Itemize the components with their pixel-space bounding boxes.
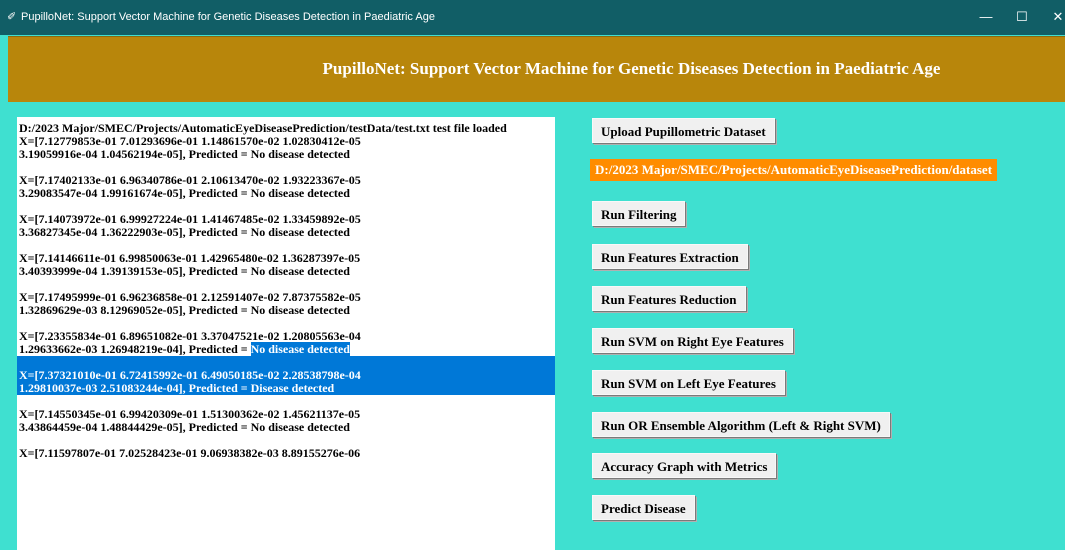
run-features-extraction-button[interactable]: Run Features Extraction: [592, 244, 748, 269]
window-title: PupilloNet: Support Vector Machine for G…: [21, 11, 435, 23]
run-svm-right-eye-button[interactable]: Run SVM on Right Eye Features: [592, 328, 793, 353]
output-text-area[interactable]: D:/2023 Major/SMEC/Projects/AutomaticEye…: [17, 117, 555, 550]
prediction-entry: X=[7.11597807e-01 7.02528423e-01 9.06938…: [17, 447, 555, 460]
prediction-line: 1.29633662e-03 1.26948219e-04], Predicte…: [19, 342, 553, 356]
prediction-prefix: 1.29633662e-03 1.26948219e-04], Predicte…: [19, 342, 251, 356]
prediction-line: 3.43864459e-04 1.48844429e-05], Predicte…: [19, 420, 350, 434]
run-svm-left-eye-button[interactable]: Run SVM on Left Eye Features: [592, 370, 785, 395]
loaded-file-line: D:/2023 Major/SMEC/Projects/AutomaticEye…: [19, 121, 507, 135]
run-filtering-button[interactable]: Run Filtering: [592, 201, 686, 226]
prediction-entry: X=[7.17402133e-01 6.96340786e-01 2.10613…: [17, 174, 555, 200]
upload-dataset-button[interactable]: Upload Pupillometric Dataset: [592, 118, 775, 143]
prediction-entry: X=[7.23355834e-01 6.89651082e-01 3.37047…: [17, 330, 555, 356]
close-button[interactable]: ✕: [1040, 6, 1065, 28]
dataset-path-label: D:/2023 Major/SMEC/Projects/AutomaticEye…: [590, 159, 998, 181]
minimize-button[interactable]: —: [968, 6, 1004, 28]
prediction-line: 3.29083547e-04 1.99161674e-05], Predicte…: [19, 186, 350, 200]
prediction-line: 3.40393999e-04 1.39139153e-05], Predicte…: [19, 264, 350, 278]
feature-line: X=[7.11597807e-01 7.02528423e-01 9.06938…: [19, 446, 361, 460]
selected-text: No disease detected: [250, 342, 350, 356]
run-or-ensemble-button[interactable]: Run OR Ensemble Algorithm (Left & Right …: [592, 412, 890, 437]
prediction-entry-selected: X=[7.37321010e-01 6.72415992e-01 6.49050…: [17, 369, 555, 395]
predict-disease-button[interactable]: Predict Disease: [592, 495, 695, 520]
app-header: PupilloNet: Support Vector Machine for G…: [8, 36, 1065, 102]
prediction-entry: X=[7.12779853e-01 7.01293696e-01 1.14861…: [17, 135, 555, 161]
prediction-line: 1.29810037e-03 2.51083244e-04], Predicte…: [19, 381, 335, 395]
app-heading: PupilloNet: Support Vector Machine for G…: [322, 59, 941, 78]
prediction-line: 3.19059916e-04 1.04562194e-05], Predicte…: [19, 147, 350, 161]
accuracy-graph-button[interactable]: Accuracy Graph with Metrics: [592, 453, 777, 478]
window-titlebar: ✐ PupilloNet: Support Vector Machine for…: [0, 0, 1065, 35]
prediction-line: 1.32869629e-03 8.12969052e-05], Predicte…: [19, 303, 350, 317]
prediction-entry: X=[7.17495999e-01 6.96236858e-01 2.12591…: [17, 291, 555, 317]
prediction-line: 3.36827345e-04 1.36222903e-05], Predicte…: [19, 225, 350, 239]
feather-icon: ✐: [7, 11, 17, 23]
run-features-reduction-button[interactable]: Run Features Reduction: [592, 286, 746, 311]
prediction-entry: X=[7.14550345e-01 6.99420309e-01 1.51300…: [17, 408, 555, 434]
prediction-entry: X=[7.14073972e-01 6.99927224e-01 1.41467…: [17, 213, 555, 239]
prediction-entry: X=[7.14146611e-01 6.99850063e-01 1.42965…: [17, 252, 555, 278]
maximize-button[interactable]: ☐: [1004, 6, 1040, 28]
